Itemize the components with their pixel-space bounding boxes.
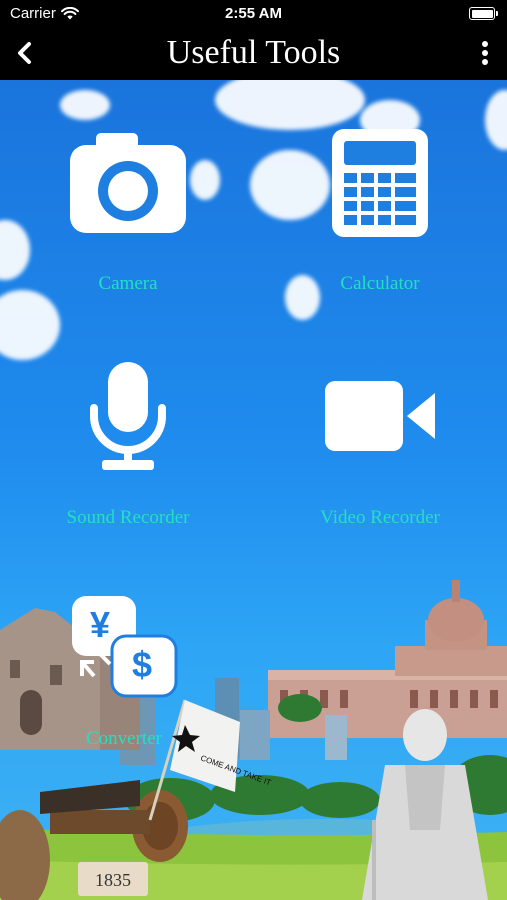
video-camera-icon	[325, 380, 435, 451]
cloud	[0, 220, 30, 280]
converter-tool[interactable]: ¥ $ Converter	[60, 592, 200, 750]
cloud	[485, 90, 507, 150]
page-title: Useful Tools	[166, 34, 341, 71]
cloud	[60, 90, 110, 120]
sound-recorder-tool[interactable]: Sound Recorder	[40, 358, 216, 529]
calculator-tool[interactable]: Calculator	[300, 128, 460, 295]
dollar-symbol: $	[132, 644, 153, 685]
microphone-icon	[90, 361, 166, 470]
status-bar: Carrier 2:55 AM	[0, 0, 507, 28]
camera-label: Camera	[98, 273, 158, 294]
converter-label: Converter	[86, 728, 162, 749]
cloud	[215, 80, 365, 130]
navigation-bar: Useful Tools	[0, 28, 507, 80]
camera-tool[interactable]: Camera	[48, 128, 208, 295]
video-recorder-tool[interactable]: Video Recorder	[290, 358, 470, 529]
camera-icon	[70, 133, 186, 233]
plaque-text: 1835	[95, 870, 131, 890]
yen-symbol: ¥	[90, 604, 111, 645]
currency-converter-icon: ¥ $	[60, 592, 180, 702]
plaque: 1835	[78, 862, 148, 896]
video-recorder-label: Video Recorder	[320, 507, 440, 528]
calculator-label: Calculator	[340, 273, 420, 294]
calculator-icon	[332, 129, 428, 237]
battery-icon	[469, 7, 498, 20]
status-time: 2:55 AM	[225, 5, 282, 22]
sound-recorder-label: Sound Recorder	[66, 507, 190, 528]
cloud	[0, 290, 60, 360]
tools-screen: Camera Calculator Sound Recorder Video R…	[0, 80, 507, 900]
more-vertical-icon[interactable]	[475, 38, 495, 68]
